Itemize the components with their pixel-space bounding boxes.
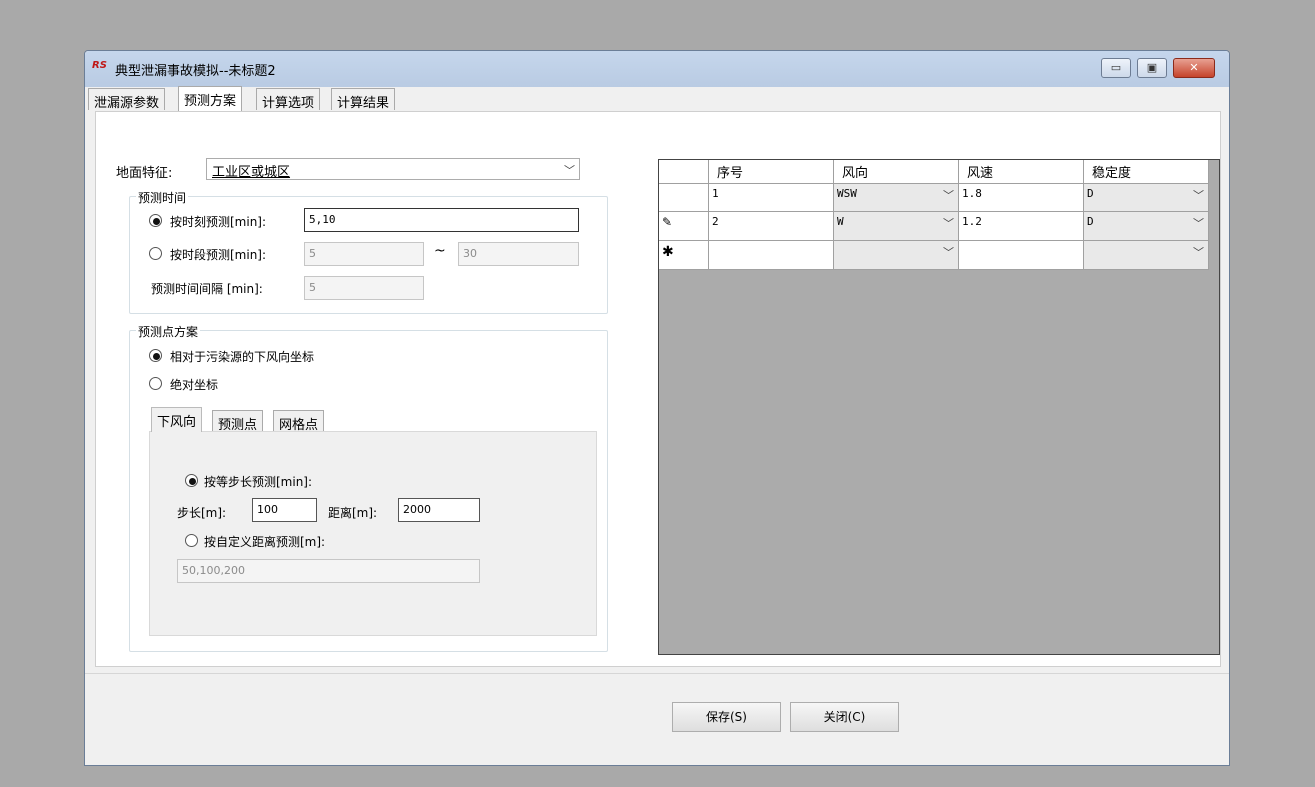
by-period-label: 按时段预测[min]: [170, 248, 267, 262]
grid-corner [659, 160, 709, 184]
maximize-icon[interactable]: ▣ [1137, 58, 1167, 78]
weather-grid: 序号 风向 风速 稳定度 1 WSW ﹀ 1.8 D ﹀ ✎ 2 W ﹀ 1.2… [658, 159, 1220, 655]
app-logo-icon: RS [92, 60, 107, 71]
row-header[interactable] [659, 184, 709, 212]
radio-equal-step[interactable] [185, 474, 198, 487]
tab-page: 地面特征: 工业区或城区 ﹀ 预测时间 按时刻预测[min]: 5,10 按时段… [95, 111, 1221, 667]
tab-calc-results[interactable]: 计算结果 [331, 88, 396, 111]
prediction-time-title: 预测时间 [136, 189, 189, 206]
tilde-label: ~ [434, 243, 446, 259]
interval-label: 预测时间间隔 [min]: [151, 282, 263, 296]
ground-label: 地面特征: [116, 166, 173, 181]
cell-direction-value: WSW [837, 187, 857, 200]
distance-input[interactable]: 2000 [398, 498, 480, 522]
row-header-new-icon[interactable]: ✱ [659, 241, 709, 270]
interval-input[interactable]: 5 [304, 276, 424, 300]
tab-leak-source[interactable]: 泄漏源参数 [88, 88, 166, 111]
step-label: 步长[m]: [177, 506, 227, 520]
tab-prediction-scheme[interactable]: 预测方案 [178, 86, 243, 111]
cell-speed[interactable]: 1.8 [959, 184, 1084, 212]
custom-distance-input[interactable]: 50,100,200 [177, 559, 480, 583]
cell-direction[interactable]: W ﹀ [834, 212, 959, 241]
window-title: 典型泄漏事故模拟--未标题2 [115, 64, 276, 79]
radio-absolute[interactable] [149, 377, 162, 390]
equal-step-label: 按等步长预测[min]: [204, 475, 313, 489]
cell-direction[interactable]: ﹀ [834, 241, 959, 270]
title-bar: RS 典型泄漏事故模拟--未标题2 ▭ ▣ ✕ [85, 51, 1229, 87]
radio-custom-distance[interactable] [185, 534, 198, 547]
save-button[interactable]: 保存(S) [672, 702, 781, 732]
tab-calc-options[interactable]: 计算选项 [256, 88, 321, 111]
main-window: RS 典型泄漏事故模拟--未标题2 ▭ ▣ ✕ 泄漏源参数 预测方案 计算选项 … [84, 50, 1230, 766]
ground-select[interactable]: 工业区或城区 ﹀ [206, 158, 580, 180]
period-from-input[interactable]: 5 [304, 242, 424, 266]
radio-by-period[interactable] [149, 247, 162, 260]
chevron-down-icon: ﹀ [943, 189, 954, 202]
cell-no[interactable]: 1 [709, 184, 834, 212]
radio-by-moment[interactable] [149, 214, 162, 227]
cell-stability[interactable]: D ﹀ [1084, 212, 1209, 241]
cell-no[interactable]: 2 [709, 212, 834, 241]
subtab-downwind[interactable]: 下风向 [151, 407, 203, 432]
relative-label: 相对于污染源的下风向坐标 [170, 350, 315, 364]
by-moment-label: 按时刻预测[min]: [170, 215, 267, 229]
subtab-prediction-points[interactable]: 预测点 [212, 410, 264, 433]
cell-stability[interactable]: ﹀ [1084, 241, 1209, 270]
point-scheme-title: 预测点方案 [136, 323, 201, 340]
cell-direction-value: W [837, 215, 844, 228]
custom-distance-label: 按自定义距离预测[m]: [204, 535, 326, 549]
cell-stability-value: D [1087, 215, 1094, 228]
cell-speed[interactable]: 1.2 [959, 212, 1084, 241]
footer-divider [85, 673, 1229, 674]
col-header-no[interactable]: 序号 [709, 160, 834, 184]
absolute-label: 绝对坐标 [170, 378, 219, 392]
close-button[interactable]: 关闭(C) [790, 702, 899, 732]
by-moment-input[interactable]: 5,10 [304, 208, 579, 232]
ground-value: 工业区或城区 [212, 165, 291, 180]
chevron-down-icon: ﹀ [943, 217, 954, 230]
cell-speed[interactable] [959, 241, 1084, 270]
chevron-down-icon: ﹀ [1193, 189, 1204, 202]
cell-stability[interactable]: D ﹀ [1084, 184, 1209, 212]
downwind-panel: 按等步长预测[min]: 步长[m]: 100 距离[m]: 2000 按自定义… [149, 431, 597, 636]
chevron-down-icon: ﹀ [943, 246, 954, 259]
close-icon[interactable]: ✕ [1173, 58, 1215, 78]
chevron-down-icon: ﹀ [564, 164, 575, 177]
col-header-speed[interactable]: 风速 [959, 160, 1084, 184]
col-header-stability[interactable]: 稳定度 [1084, 160, 1209, 184]
step-input[interactable]: 100 [252, 498, 317, 522]
chevron-down-icon: ﹀ [1193, 246, 1204, 259]
distance-label: 距离[m]: [328, 506, 378, 520]
cell-no[interactable] [709, 241, 834, 270]
minimize-icon[interactable]: ▭ [1101, 58, 1131, 78]
cell-stability-value: D [1087, 187, 1094, 200]
subtab-grid-points[interactable]: 网格点 [273, 410, 325, 433]
period-to-input[interactable]: 30 [458, 242, 579, 266]
col-header-direction[interactable]: 风向 [834, 160, 959, 184]
radio-relative[interactable] [149, 349, 162, 362]
chevron-down-icon: ﹀ [1193, 217, 1204, 230]
cell-direction[interactable]: WSW ﹀ [834, 184, 959, 212]
row-header-edit-icon[interactable]: ✎ [659, 212, 709, 241]
